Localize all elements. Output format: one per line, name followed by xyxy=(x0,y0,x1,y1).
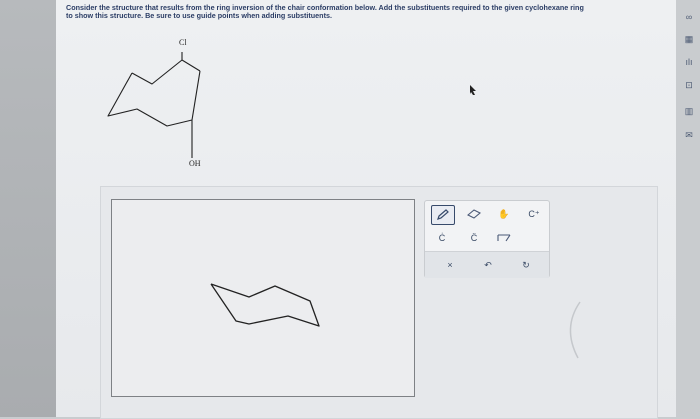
undo-icon: ↶ xyxy=(484,259,492,270)
pencil-tool[interactable] xyxy=(431,205,455,225)
question-prompt: Consider the structure that results from… xyxy=(66,3,666,21)
oh-label: OH xyxy=(189,159,201,168)
cation-tool[interactable]: C⁺ xyxy=(523,205,545,223)
mail-icon[interactable]: ✉ xyxy=(682,128,696,142)
clear-button[interactable]: × xyxy=(439,256,461,274)
chair-drawing xyxy=(107,52,201,158)
chair-template-ring xyxy=(210,283,320,327)
hand-tool[interactable]: ✋ xyxy=(493,205,515,223)
palette-action-row: × ↶ ↻ xyxy=(425,251,549,278)
eraser-icon xyxy=(467,209,481,219)
lone-pair-carbon-icon: C̈ xyxy=(470,233,478,243)
table-icon[interactable]: ▥ xyxy=(682,104,696,118)
lone-pair-carbon-tool[interactable]: C̈ xyxy=(463,229,485,247)
close-icon: × xyxy=(447,260,453,270)
question-line-2: to show this structure. Be sure to use g… xyxy=(66,11,332,21)
radical-icon: Ċ xyxy=(438,233,446,243)
mouse-cursor-icon xyxy=(470,85,476,95)
calculator-icon[interactable]: ▦ xyxy=(682,32,696,46)
link-icon[interactable]: ∞ xyxy=(682,10,696,24)
image-icon[interactable]: ⊡ xyxy=(682,78,696,92)
hand-icon: ✋ xyxy=(498,208,510,219)
given-chair-structure: Cl OH xyxy=(100,36,220,176)
radical-tool[interactable]: Ċ xyxy=(431,229,453,247)
decorative-arc xyxy=(569,301,581,359)
browser-left-edge xyxy=(0,0,56,417)
redo-icon: ↻ xyxy=(522,259,530,270)
cation-icon: C⁺ xyxy=(528,208,540,219)
wedge-tool[interactable] xyxy=(493,229,515,247)
drawing-tool-palette: ✋ C⁺ Ċ C̈ × ↶ ↻ xyxy=(424,200,550,278)
undo-button[interactable]: ↶ xyxy=(477,256,499,274)
chair-right-bond xyxy=(191,70,201,121)
redo-button[interactable]: ↻ xyxy=(515,256,537,274)
chair-template xyxy=(210,283,320,327)
drawing-canvas[interactable] xyxy=(111,199,415,397)
chair-upper-bonds xyxy=(131,59,201,85)
chair-lower-bonds xyxy=(107,72,193,127)
pencil-icon xyxy=(437,209,449,220)
wedge-bond-icon xyxy=(497,234,511,242)
chart-icon[interactable]: ılı xyxy=(682,55,696,69)
eraser-tool[interactable] xyxy=(463,205,485,223)
cl-label: Cl xyxy=(179,38,187,47)
